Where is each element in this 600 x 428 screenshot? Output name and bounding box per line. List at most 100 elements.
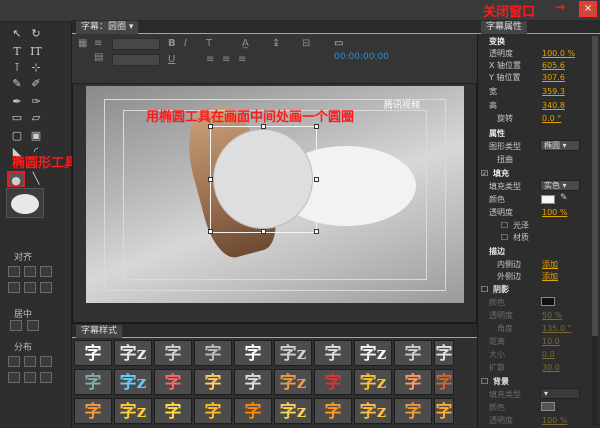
title-styles-tab[interactable]: 字幕样式 xyxy=(76,325,123,338)
shadow-opacity-value[interactable]: 50 % xyxy=(542,310,562,321)
align-right-text-icon[interactable]: ≡ xyxy=(238,54,246,65)
align-bottom-button[interactable] xyxy=(40,282,52,293)
style-swatch[interactable]: 字 xyxy=(434,340,454,366)
style-swatch[interactable]: 字 xyxy=(314,340,352,366)
close-window-button[interactable]: × xyxy=(579,1,597,17)
align-middle-button[interactable] xyxy=(24,282,36,293)
convert-anchor-tool-icon[interactable]: ✑ xyxy=(27,94,45,110)
style-swatch[interactable]: 字 xyxy=(194,398,232,424)
style-swatch[interactable]: 字z xyxy=(354,398,392,424)
stroke-section[interactable]: 描边 xyxy=(479,246,597,257)
delete-anchor-tool-icon[interactable]: ✐ xyxy=(27,76,45,92)
style-swatch[interactable]: 字z xyxy=(114,369,152,395)
distribute-middle-button[interactable] xyxy=(24,372,36,383)
new-title-icon[interactable]: ▦ xyxy=(78,38,87,49)
style-swatch[interactable]: 字 xyxy=(234,369,272,395)
distribute-left-button[interactable] xyxy=(8,356,20,367)
height-value[interactable]: 340.8 xyxy=(542,100,565,111)
center-vertical-button[interactable] xyxy=(27,320,39,331)
distort-row[interactable]: 扭曲 xyxy=(479,154,597,165)
style-swatch[interactable]: 字 xyxy=(74,369,112,395)
fill-type-dropdown[interactable]: 实色 ▾ xyxy=(540,180,580,191)
fill-opacity-value[interactable]: 100 % xyxy=(542,207,567,218)
type-tool-icon[interactable]: T xyxy=(8,44,26,60)
distribute-right-button[interactable] xyxy=(40,356,52,367)
style-swatch[interactable]: 字 xyxy=(154,369,192,395)
opacity-value[interactable]: 100.0 % xyxy=(542,48,575,59)
align-top-button[interactable] xyxy=(8,282,20,293)
y-position-value[interactable]: 307.6 xyxy=(542,72,565,83)
pen-tool-icon[interactable]: ✎ xyxy=(8,76,26,92)
line-tool-icon[interactable]: ╲ xyxy=(27,171,45,187)
style-swatch[interactable]: 字 xyxy=(74,340,112,366)
style-swatch[interactable]: 字z xyxy=(114,398,152,424)
style-swatch[interactable]: 字 xyxy=(154,398,192,424)
style-swatch[interactable]: 字 xyxy=(394,369,432,395)
rotate-tool-icon[interactable]: ↻ xyxy=(27,26,45,42)
shadow-spread-value[interactable]: 30.0 xyxy=(542,362,560,373)
center-horizontal-button[interactable] xyxy=(10,320,22,331)
tab-stops-icon[interactable]: ⊟ xyxy=(302,38,310,49)
inner-stroke-add-link[interactable]: 添加 xyxy=(542,259,558,270)
style-swatch[interactable]: 字z xyxy=(274,398,312,424)
timecode[interactable]: 00:00:00:00 xyxy=(334,52,389,62)
shadow-angle-value[interactable]: 135.0 ° xyxy=(542,323,571,334)
font-size-icon[interactable]: T xyxy=(206,38,212,49)
background-section[interactable]: ☐ 背景 xyxy=(479,376,597,387)
clipped-rectangle-tool-icon[interactable]: ▱ xyxy=(27,110,45,126)
sheen-checkbox[interactable]: ☐ xyxy=(501,220,508,231)
shadow-distance-value[interactable]: 10.0 xyxy=(542,336,560,347)
attributes-section[interactable]: 属性 xyxy=(479,128,597,139)
style-swatch[interactable]: 字 xyxy=(234,340,272,366)
width-value[interactable]: 359.3 xyxy=(542,86,565,97)
outer-stroke-add-link[interactable]: 添加 xyxy=(542,271,558,282)
area-type-tool-icon[interactable]: IT xyxy=(27,44,45,60)
rotation-value[interactable]: 0.0 ° xyxy=(542,113,561,124)
style-swatch[interactable]: 字z xyxy=(114,340,152,366)
style-swatch[interactable]: 字 xyxy=(314,369,352,395)
shadow-section[interactable]: ☐ 阴影 xyxy=(479,284,597,295)
handle-bottom-right[interactable] xyxy=(314,229,319,234)
align-center-button[interactable] xyxy=(24,266,36,277)
selection-tool-icon[interactable]: ↖ xyxy=(8,26,26,42)
style-swatch[interactable]: 字 xyxy=(74,398,112,424)
style-swatch[interactable]: 字 xyxy=(394,340,432,366)
templates-icon[interactable]: ▤ xyxy=(94,52,103,63)
style-swatch[interactable]: 字z xyxy=(354,369,392,395)
ellipse-tool-icon[interactable]: ● xyxy=(7,171,25,187)
texture-row[interactable]: ☐ 材质 xyxy=(479,232,597,243)
handle-middle-left[interactable] xyxy=(208,177,213,182)
rounded-rectangle-tool-icon[interactable]: ▢ xyxy=(8,128,26,144)
title-properties-tab[interactable]: 字幕属性 xyxy=(481,21,528,34)
style-swatch[interactable]: 字 xyxy=(434,369,454,395)
path-type-tool-icon[interactable]: ⊹ xyxy=(27,60,45,76)
align-center-text-icon[interactable]: ≡ xyxy=(222,54,230,65)
eyedropper-icon[interactable]: ✎ xyxy=(560,193,568,203)
bg-fill-type-dropdown[interactable]: ▾ xyxy=(540,388,580,399)
italic-icon[interactable]: I xyxy=(184,38,187,49)
distribute-center-button[interactable] xyxy=(24,356,36,367)
shadow-color-swatch[interactable] xyxy=(541,297,555,306)
style-swatch[interactable]: 字 xyxy=(194,340,232,366)
title-tab[interactable]: 字幕：圆圈 ▾ xyxy=(76,21,139,34)
style-swatch[interactable]: 字 xyxy=(314,398,352,424)
style-swatch[interactable]: 字 xyxy=(434,398,454,424)
style-swatch[interactable]: 字 xyxy=(194,369,232,395)
x-position-value[interactable]: 605.6 xyxy=(542,60,565,71)
shadow-checkbox[interactable]: ☐ xyxy=(481,284,488,295)
sheen-row[interactable]: ☐ 光泽 xyxy=(479,220,597,231)
handle-bottom-center[interactable] xyxy=(261,229,266,234)
font-style-dropdown[interactable] xyxy=(112,54,160,66)
align-left-text-icon[interactable]: ≡ xyxy=(206,54,214,65)
style-swatch[interactable]: 字z xyxy=(274,369,312,395)
fill-section[interactable]: ☑ 填充 xyxy=(479,168,597,179)
vertical-type-tool-icon[interactable]: ⊺ xyxy=(8,60,26,76)
underline-icon[interactable]: U xyxy=(168,54,175,65)
font-family-dropdown[interactable] xyxy=(112,38,160,50)
rectangle-tool-icon[interactable]: ▭ xyxy=(8,110,26,126)
distribute-top-button[interactable] xyxy=(8,372,20,383)
bold-icon[interactable]: B xyxy=(168,38,176,49)
style-swatch[interactable]: 字 xyxy=(154,340,192,366)
distribute-bottom-button[interactable] xyxy=(40,372,52,383)
background-checkbox[interactable]: ☐ xyxy=(481,376,488,387)
